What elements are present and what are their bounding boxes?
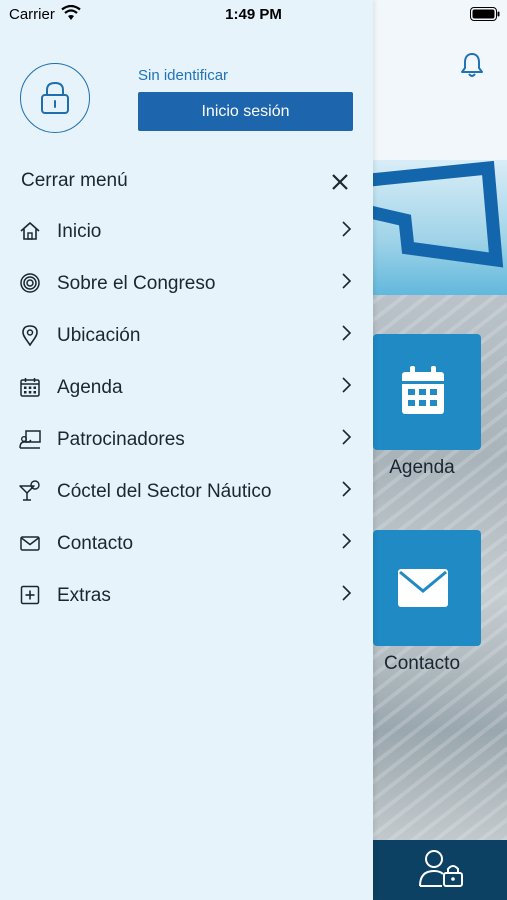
menu-item-label: Inicio [57, 221, 102, 242]
contacto-tile-label: Contacto [383, 653, 461, 674]
calendar-icon [402, 366, 444, 414]
menu-item-label: Ubicación [57, 325, 141, 346]
calendar-icon [20, 378, 40, 397]
menu-item-coctel[interactable]: Cóctel del Sector Náutico [0, 466, 373, 518]
menu-item-label: Extras [57, 585, 111, 606]
chevron-right-icon [342, 273, 352, 289]
menu-item-label: Patrocinadores [57, 429, 185, 450]
avatar[interactable] [20, 63, 90, 133]
menu-item-ubicacion[interactable]: Ubicación [0, 310, 373, 362]
mail-icon [398, 569, 448, 607]
sponsors-icon [19, 430, 41, 449]
clock: 1:49 PM [225, 6, 282, 23]
lock-icon [41, 81, 69, 114]
contacto-tile[interactable] [373, 530, 481, 646]
close-menu-row[interactable]: Cerrar menú [20, 168, 353, 196]
bell-icon[interactable] [458, 51, 486, 79]
mail-icon [20, 536, 40, 551]
chevron-right-icon [342, 325, 352, 341]
menu-item-label: Sobre el Congreso [57, 273, 216, 294]
menu-item-label: Contacto [57, 533, 134, 554]
menu-item-label: Agenda [57, 377, 123, 398]
login-button[interactable]: Inicio sesión [138, 92, 353, 131]
home-icon [20, 222, 40, 240]
plus-square-icon [20, 585, 40, 605]
menu-item-patrocinadores[interactable]: Patrocinadores [0, 414, 373, 466]
side-menu: Sin identificar Inicio sesión Cerrar men… [0, 0, 373, 900]
agenda-tile[interactable] [373, 334, 481, 450]
target-icon [20, 273, 40, 293]
chevron-right-icon [342, 221, 352, 237]
menu-item-sobre-el-congreso[interactable]: Sobre el Congreso [0, 258, 373, 310]
battery-icon [470, 7, 500, 21]
menu-item-inicio[interactable]: Inicio [0, 206, 373, 258]
close-menu-label: Cerrar menú [21, 170, 128, 191]
map-pin-icon [22, 325, 38, 346]
menu-item-label: Cóctel del Sector Náutico [57, 481, 272, 502]
menu-item-agenda[interactable]: Agenda [0, 362, 373, 414]
close-icon[interactable] [330, 172, 350, 192]
chevron-right-icon [342, 481, 352, 497]
chevron-right-icon [342, 585, 352, 601]
status-bar: Carrier 1:49 PM [0, 0, 507, 30]
menu-item-contacto[interactable]: Contacto [0, 518, 373, 570]
chevron-right-icon [342, 429, 352, 445]
chevron-right-icon [342, 377, 352, 393]
user-status: Sin identificar [138, 67, 229, 84]
chevron-right-icon [342, 533, 352, 549]
user-lock-icon[interactable] [418, 848, 466, 888]
menu-item-extras[interactable]: Extras [0, 570, 373, 622]
agenda-tile-label: Agenda [389, 457, 455, 478]
cocktail-icon [19, 480, 40, 501]
